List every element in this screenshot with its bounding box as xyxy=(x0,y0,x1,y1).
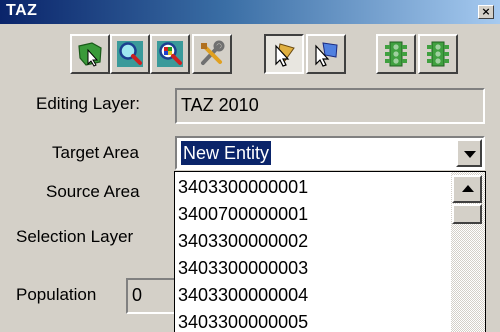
zoom-color-button[interactable] xyxy=(150,34,190,74)
tools-icon xyxy=(201,40,225,65)
list-item[interactable]: 3403300000005 xyxy=(178,309,308,332)
tools-button[interactable] xyxy=(192,34,232,74)
dropdown-scrollbar[interactable] xyxy=(451,172,485,332)
select-area-icon xyxy=(78,42,102,67)
list-item[interactable]: 3403300000002 xyxy=(178,228,308,255)
list-item[interactable]: 3400700000001 xyxy=(178,201,308,228)
list-item[interactable]: 3403300000004 xyxy=(178,282,308,309)
editing-layer-field: TAZ 2010 xyxy=(175,88,485,124)
editing-layer-label: Editing Layer: xyxy=(36,94,140,113)
target-area-label: Target Area xyxy=(52,143,139,162)
target-area-combobox[interactable]: New Entity xyxy=(175,136,485,170)
taz-window: TAZ × Editing Layer: TAZ 2010 Target Are… xyxy=(0,0,500,332)
zoom-color-icon xyxy=(157,41,183,67)
list-item[interactable]: 3403300000001 xyxy=(178,174,308,201)
pointer-add-button[interactable] xyxy=(306,34,346,74)
toolbar xyxy=(0,34,500,78)
pointer-select-icon xyxy=(275,43,295,67)
selection-layer-label: Selection Layer xyxy=(16,227,134,246)
target-area-dropdown-list: 3403300000001 3400700000001 340330000000… xyxy=(174,171,486,332)
population-label: Population xyxy=(16,285,97,304)
pointer-select-button[interactable] xyxy=(264,34,304,74)
scroll-thumb[interactable] xyxy=(452,204,482,224)
target-area-value: New Entity xyxy=(181,141,272,165)
select-area-button[interactable] xyxy=(70,34,110,74)
zoom-button[interactable] xyxy=(110,34,150,74)
zoom-icon xyxy=(117,41,143,67)
scroll-up-icon[interactable] xyxy=(452,175,482,203)
traffic-light-button-1[interactable] xyxy=(376,34,416,74)
traffic-light-button-2[interactable] xyxy=(418,34,458,74)
source-area-label: Source Area xyxy=(46,182,140,201)
population-field: 0 xyxy=(126,278,176,314)
close-button[interactable]: × xyxy=(478,5,494,19)
title-bar[interactable]: TAZ × xyxy=(0,0,500,24)
traffic-light-icon xyxy=(427,41,449,67)
pointer-add-icon xyxy=(315,42,338,67)
traffic-light-icon xyxy=(385,41,407,67)
window-title: TAZ xyxy=(6,2,38,19)
chevron-down-icon[interactable] xyxy=(456,139,482,167)
list-item[interactable]: 3403300000003 xyxy=(178,255,308,282)
